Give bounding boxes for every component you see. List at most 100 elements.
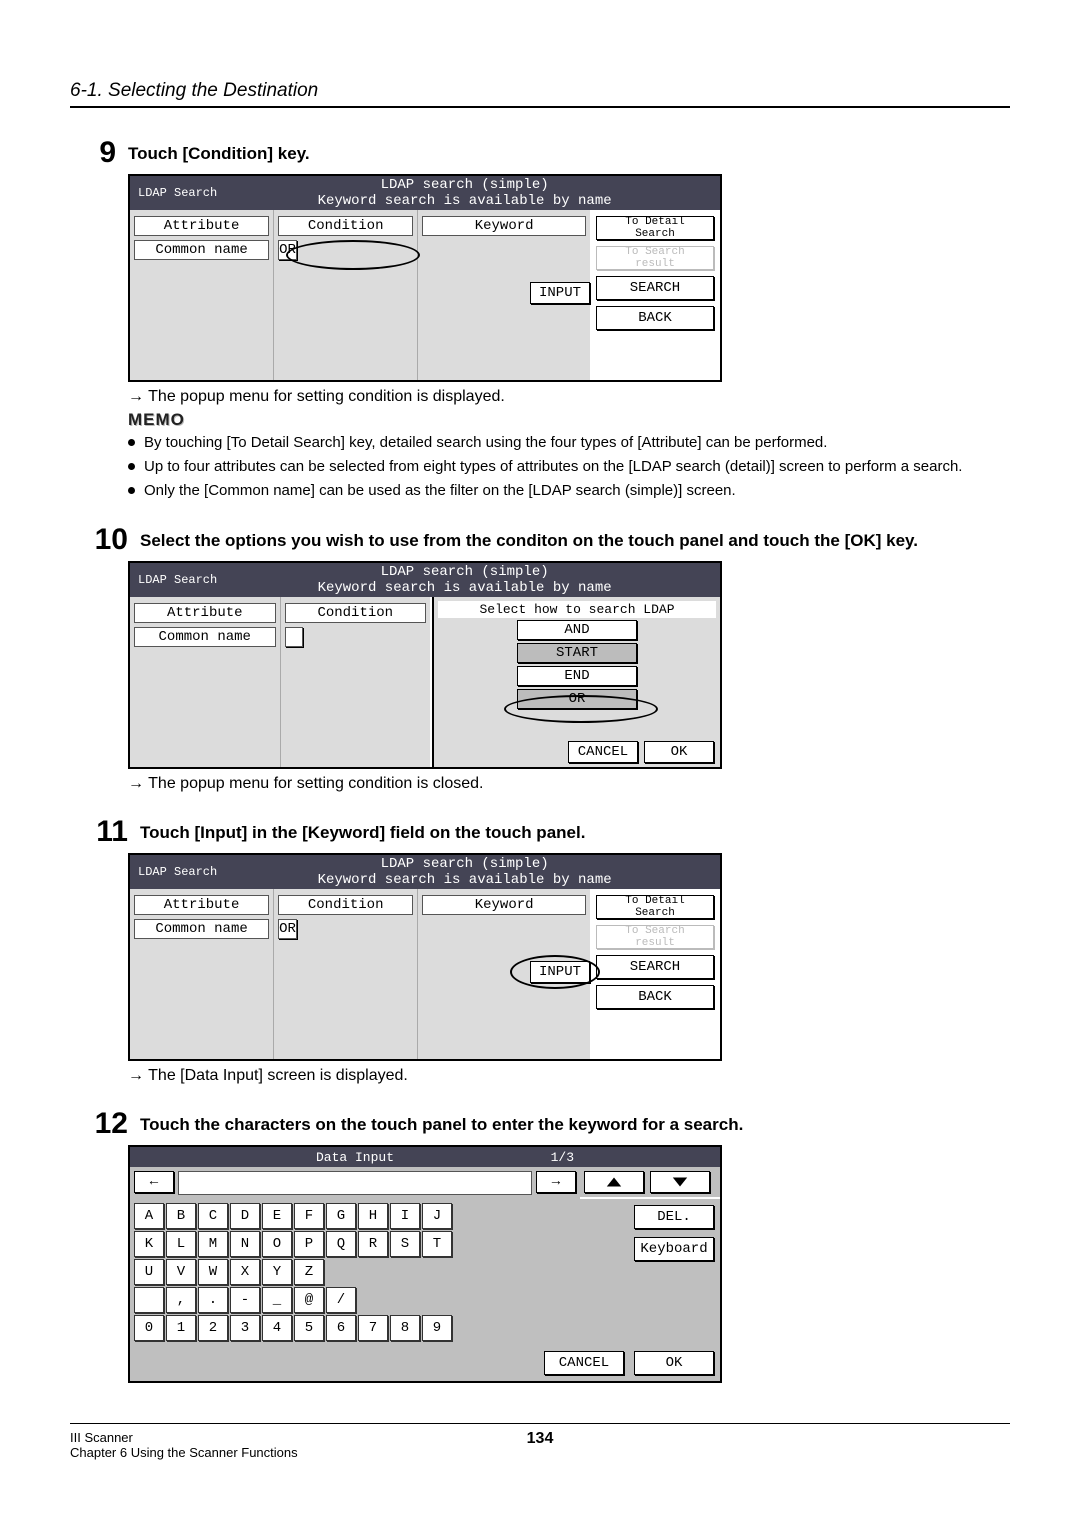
keyboard-key[interactable]: R [358, 1231, 388, 1257]
popup-end-button[interactable]: END [517, 666, 637, 686]
keyboard-key[interactable]: J [422, 1203, 452, 1229]
kbd-cancel-button[interactable]: CANCEL [544, 1351, 624, 1375]
keyboard-key[interactable]: V [166, 1259, 196, 1285]
keyboard-key[interactable]: 2 [198, 1315, 228, 1341]
keyboard-key[interactable]: I [390, 1203, 420, 1229]
keyboard-grid: ABCDEFGHIJ KLMNOPQRST UVWXYZ ,.-_@/ 0123456… [130, 1199, 572, 1347]
ldap-simple-panel-9: LDAP Search LDAP search (simple) Keyword… [128, 174, 722, 382]
popup-ok-button[interactable]: OK [644, 741, 714, 763]
keyboard-key[interactable]: _ [262, 1287, 292, 1313]
keyboard-key[interactable]: 4 [262, 1315, 292, 1341]
footer-left-line1: III Scanner [70, 1430, 527, 1445]
keyboard-key[interactable]: H [358, 1203, 388, 1229]
keyboard-key[interactable]: - [230, 1287, 260, 1313]
condition-or-button-selected[interactable]: OR [285, 627, 304, 647]
step-9: 9 Touch [Condition] key. [70, 138, 1010, 168]
keyboard-key[interactable]: O [262, 1231, 292, 1257]
keyboard-key[interactable]: 9 [422, 1315, 452, 1341]
keyboard-key[interactable]: Q [326, 1231, 356, 1257]
keyboard-key[interactable]: F [294, 1203, 324, 1229]
keyboard-key[interactable]: Y [262, 1259, 292, 1285]
keyboard-key[interactable]: L [166, 1231, 196, 1257]
keyboard-key[interactable]: 6 [326, 1315, 356, 1341]
section-heading: 6-1. Selecting the Destination [70, 80, 1010, 108]
keyboard-key[interactable]: E [262, 1203, 292, 1229]
step-number-10: 10 [70, 525, 140, 555]
keyboard-key[interactable]: @ [294, 1287, 324, 1313]
keyboard-key[interactable]: K [134, 1231, 164, 1257]
keyboard-key[interactable]: A [134, 1203, 164, 1229]
condition-or-button[interactable]: OR [278, 240, 297, 260]
to-detail-search-button[interactable]: To Detail Search [596, 216, 714, 240]
step-title-10: Select the options you wish to use from … [140, 525, 1010, 551]
keyboard-key[interactable]: P [294, 1231, 324, 1257]
keyboard-key[interactable]: 8 [390, 1315, 420, 1341]
keyboard-key[interactable]: T [422, 1231, 452, 1257]
attr-common-name: Common name [134, 919, 269, 939]
keyboard-key[interactable]: X [230, 1259, 260, 1285]
col-condition: Condition [278, 216, 413, 236]
to-detail-search-button[interactable]: To Detail Search [596, 895, 714, 919]
popup-cancel-button[interactable]: CANCEL [568, 741, 638, 763]
condition-popup: Select how to search LDAP AND START END … [432, 597, 720, 767]
keyboard-key[interactable]: / [326, 1287, 356, 1313]
page-number: 134 [527, 1430, 554, 1448]
memo-list: By touching [To Detail Search] key, deta… [128, 432, 1010, 501]
col-attribute: Attribute [134, 216, 269, 236]
col-condition: Condition [285, 603, 427, 623]
keyboard-key[interactable]: Z [294, 1259, 324, 1285]
keyboard-key[interactable] [134, 1287, 164, 1313]
keyboard-key[interactable]: W [198, 1259, 228, 1285]
col-keyword: Keyword [422, 895, 586, 915]
page-footer: III Scanner Chapter 6 Using the Scanner … [70, 1423, 1010, 1460]
data-input-page: 1/3 [551, 1150, 574, 1165]
kbd-ok-button[interactable]: OK [634, 1351, 714, 1375]
memo-heading: MEMO [128, 410, 1010, 430]
back-button[interactable]: BACK [596, 985, 714, 1009]
condition-or-button[interactable]: OR [278, 919, 297, 939]
text-display [178, 1171, 532, 1195]
data-input-up-button[interactable] [584, 1171, 644, 1193]
data-input-panel: Data Input 1/3 ← → [128, 1145, 722, 1383]
cursor-right-button[interactable]: → [536, 1171, 576, 1193]
keyboard-key[interactable]: 5 [294, 1315, 324, 1341]
data-input-down-button[interactable] [650, 1171, 710, 1193]
keyboard-key[interactable]: , [166, 1287, 196, 1313]
keyboard-mode-button[interactable]: Keyboard [634, 1237, 714, 1261]
result-arrow-10: → The popup menu for setting condition i… [128, 775, 1010, 793]
keyboard-key[interactable]: C [198, 1203, 228, 1229]
col-attribute: Attribute [134, 603, 276, 623]
col-condition: Condition [278, 895, 413, 915]
keyboard-key[interactable]: S [390, 1231, 420, 1257]
popup-start-button[interactable]: START [517, 643, 637, 663]
footer-left-line2: Chapter 6 Using the Scanner Functions [70, 1445, 527, 1460]
keyboard-key[interactable]: . [198, 1287, 228, 1313]
step-12: 12 Touch the characters on the touch pan… [70, 1109, 1010, 1139]
keyboard-key[interactable]: B [166, 1203, 196, 1229]
search-button[interactable]: SEARCH [596, 955, 714, 979]
data-input-title: Data Input [316, 1150, 394, 1165]
step-title-11: Touch [Input] in the [Keyword] field on … [140, 817, 1010, 843]
del-button[interactable]: DEL. [634, 1205, 714, 1229]
input-button[interactable]: INPUT [530, 282, 590, 304]
input-button[interactable]: INPUT [530, 961, 590, 983]
step-10: 10 Select the options you wish to use fr… [70, 525, 1010, 555]
keyboard-key[interactable]: U [134, 1259, 164, 1285]
memo-item: By touching [To Detail Search] key, deta… [128, 432, 1010, 454]
cursor-left-button[interactable]: ← [134, 1171, 174, 1193]
result-arrow-11: → The [Data Input] screen is displayed. [128, 1067, 1010, 1085]
search-button[interactable]: SEARCH [596, 276, 714, 300]
keyboard-key[interactable]: N [230, 1231, 260, 1257]
keyboard-key[interactable]: M [198, 1231, 228, 1257]
panel-screen-title: LDAP Search [138, 186, 217, 200]
keyboard-key[interactable]: 7 [358, 1315, 388, 1341]
keyboard-key[interactable]: 3 [230, 1315, 260, 1341]
keyboard-key[interactable]: 0 [134, 1315, 164, 1341]
step-title-9: Touch [Condition] key. [128, 138, 1010, 164]
popup-and-button[interactable]: AND [517, 620, 637, 640]
popup-or-button[interactable]: OR [517, 689, 637, 709]
keyboard-key[interactable]: D [230, 1203, 260, 1229]
back-button[interactable]: BACK [596, 306, 714, 330]
keyboard-key[interactable]: 1 [166, 1315, 196, 1341]
keyboard-key[interactable]: G [326, 1203, 356, 1229]
